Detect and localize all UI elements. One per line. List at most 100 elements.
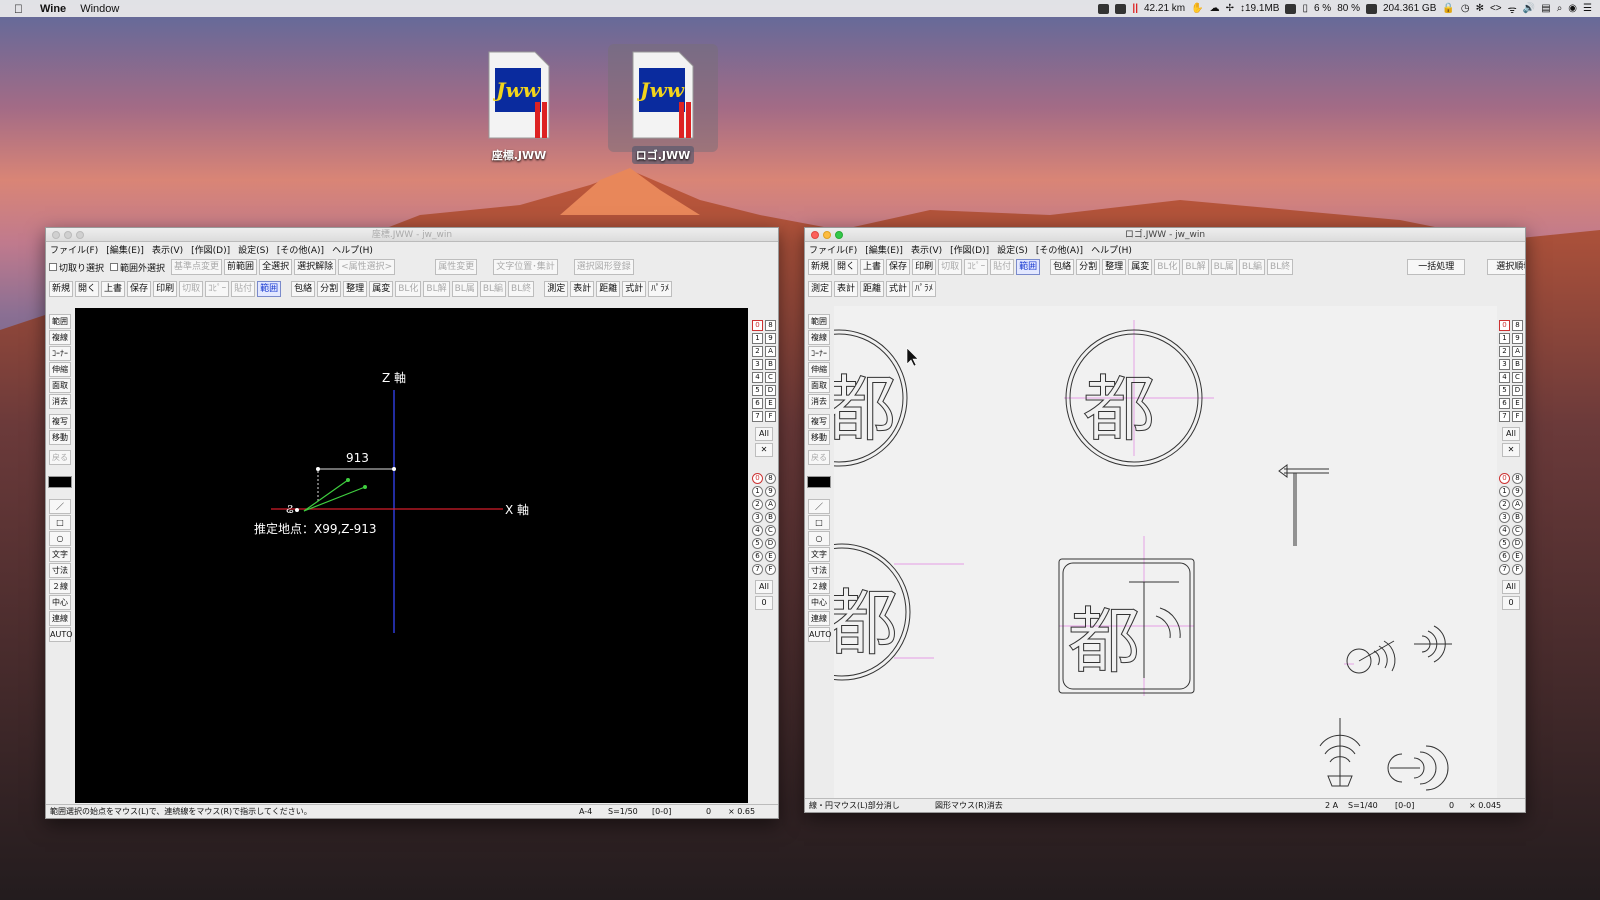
angle-readout[interactable]: 0 — [706, 805, 711, 818]
toolbar-button[interactable]: 整理 — [1102, 259, 1127, 275]
disk-icon[interactable] — [1366, 3, 1377, 14]
layer-button[interactable]: C — [1512, 372, 1523, 383]
desktop-icon-zahyou[interactable]: Jww 座標.JWW — [464, 50, 574, 164]
layer-button[interactable]: 7 — [752, 411, 763, 422]
window-titlebar[interactable]: 座標.JWW - jw_win — [46, 228, 778, 242]
menu-draw[interactable]: [作図(D)] — [191, 243, 230, 256]
tool-button[interactable]: 複写 — [808, 414, 830, 429]
tool-button[interactable]: AUTO — [49, 627, 73, 642]
save-icon[interactable] — [1115, 3, 1127, 14]
toolbar-button[interactable]: ｺﾋﾟｰ — [205, 281, 230, 297]
drawing-canvas[interactable]: 都 都 都 都 — [834, 306, 1497, 798]
tool-button[interactable]: ／ — [49, 499, 71, 514]
menu-view[interactable]: 表示(V) — [152, 243, 183, 256]
menu-file[interactable]: ファイル(F) — [809, 243, 857, 256]
paper-size[interactable]: 2 A — [1325, 799, 1338, 812]
layer-button[interactable]: 3 — [752, 359, 763, 370]
layer-button[interactable]: B — [765, 512, 776, 523]
notification-center-icon[interactable]: ☰ — [1583, 3, 1592, 14]
tool-button[interactable]: ／ — [808, 499, 830, 514]
paper-size[interactable]: A-4 — [579, 805, 592, 818]
pause-icon[interactable]: || — [1132, 3, 1138, 14]
time-machine-icon[interactable]: ◷ — [1461, 3, 1470, 14]
cpu-readout[interactable]: 6 % — [1314, 3, 1331, 14]
tool-button[interactable]: ２線 — [49, 579, 71, 594]
layer-button[interactable]: F — [765, 564, 776, 575]
attr-change-button[interactable]: 属性変更 — [435, 259, 478, 275]
layer-button[interactable]: 7 — [1499, 564, 1510, 575]
toolbar-button[interactable]: 新規 — [808, 259, 833, 275]
angle-readout[interactable]: 0 — [1449, 799, 1454, 812]
layer-button[interactable]: A — [765, 346, 776, 357]
tool-button[interactable]: □ — [49, 515, 71, 530]
tool-button[interactable]: 消去 — [808, 394, 830, 409]
toolbar-button[interactable]: 表計 — [834, 281, 859, 297]
toolbar-button[interactable]: 整理 — [343, 281, 368, 297]
toolbar-button[interactable]: ﾊﾟﾗﾒ — [648, 281, 673, 297]
toolbar-button[interactable]: 新規 — [49, 281, 74, 297]
volume-icon[interactable]: 🔊 — [1523, 3, 1535, 14]
close-icon[interactable]: ✕ — [1502, 443, 1520, 457]
layer-button[interactable]: 2 — [1499, 346, 1510, 357]
prev-range-button[interactable]: 前範囲 — [224, 259, 258, 275]
scale-readout[interactable]: S=1/40 — [1348, 799, 1378, 812]
layer-button[interactable]: 4 — [752, 372, 763, 383]
layer-button[interactable]: D — [765, 538, 776, 549]
disk-readout[interactable]: 204.361 GB — [1383, 3, 1436, 14]
layer-button[interactable]: F — [765, 411, 776, 422]
layer-button[interactable]: 6 — [1499, 551, 1510, 562]
tool-button[interactable]: AUTO — [808, 627, 832, 642]
all-layers-button[interactable]: All — [1502, 427, 1520, 441]
tool-button[interactable]: 伸縮 — [49, 362, 71, 377]
menu-settings[interactable]: 設定(S) — [238, 243, 269, 256]
tool-button[interactable]: 移動 — [808, 430, 830, 445]
tool-button[interactable]: ○ — [49, 531, 71, 546]
toolbar-button[interactable]: 上書 — [860, 259, 885, 275]
toolbar-button[interactable]: 測定 — [544, 281, 569, 297]
layer-readout[interactable]: [0-0] — [1395, 799, 1414, 812]
toolbar-button[interactable]: 保存 — [127, 281, 152, 297]
layer-button[interactable]: 0 — [1499, 320, 1510, 331]
cpu-chip-icon[interactable] — [1098, 3, 1110, 14]
toolbar-button[interactable]: BL属 — [1210, 259, 1237, 275]
tool-button[interactable]: 面取 — [49, 378, 71, 393]
attr-select-button[interactable]: <属性選択> — [338, 259, 396, 275]
tool-button[interactable]: 寸法 — [808, 563, 830, 578]
layer-button[interactable]: 5 — [1499, 538, 1510, 549]
layer-button[interactable]: 6 — [752, 551, 763, 562]
window-titlebar[interactable]: ロゴ.JWW - jw_win — [805, 228, 1525, 242]
layer-button[interactable]: B — [765, 359, 776, 370]
text-position-button[interactable]: 文字位置･集計 — [493, 259, 558, 275]
all-layers-button[interactable]: All — [755, 580, 773, 594]
battery-readout[interactable]: 80 % — [1337, 3, 1360, 14]
layer-button[interactable]: D — [1512, 538, 1523, 549]
layer-button[interactable]: 6 — [1499, 398, 1510, 409]
layer-button[interactable]: C — [765, 525, 776, 536]
tool-button[interactable]: 中心線 — [49, 595, 71, 620]
toolbar-button[interactable]: BL終 — [508, 281, 535, 297]
toolbar-button[interactable]: 切取 — [179, 281, 204, 297]
layer-button[interactable]: 5 — [1499, 385, 1510, 396]
toolbar-button[interactable]: 印刷 — [153, 281, 178, 297]
tool-button[interactable]: 消去 — [49, 394, 71, 409]
layer-button[interactable]: 1 — [1499, 333, 1510, 344]
toolbar-button[interactable]: BL終 — [1267, 259, 1294, 275]
outside-select-checkbox[interactable]: 範囲外選択 — [110, 261, 165, 274]
layer-button[interactable]: 9 — [1512, 486, 1523, 497]
layer-button[interactable]: 3 — [1499, 512, 1510, 523]
menu-draw[interactable]: [作図(D)] — [950, 243, 989, 256]
distance-readout[interactable]: 42.21 km — [1144, 3, 1185, 14]
desktop-icon-logo[interactable]: Jww ロゴ.JWW — [608, 44, 718, 164]
layer-button[interactable]: 0 — [752, 320, 763, 331]
menu-file[interactable]: ファイル(F) — [50, 243, 98, 256]
toolbar-button[interactable]: 印刷 — [912, 259, 937, 275]
tool-button[interactable]: 文字 — [49, 547, 71, 562]
layer-button[interactable]: 3 — [1499, 359, 1510, 370]
tool-button[interactable]: 面取 — [808, 378, 830, 393]
toolbar-button[interactable]: 貼付 — [990, 259, 1015, 275]
layer-button[interactable]: 0 — [1499, 473, 1510, 484]
menu-help[interactable]: ヘルプ(H) — [1091, 243, 1132, 256]
lock-icon[interactable]: 🔒 — [1442, 3, 1454, 14]
toolbar-button[interactable]: 測定 — [808, 281, 833, 297]
menu-edit[interactable]: [編集(E)] — [106, 243, 144, 256]
